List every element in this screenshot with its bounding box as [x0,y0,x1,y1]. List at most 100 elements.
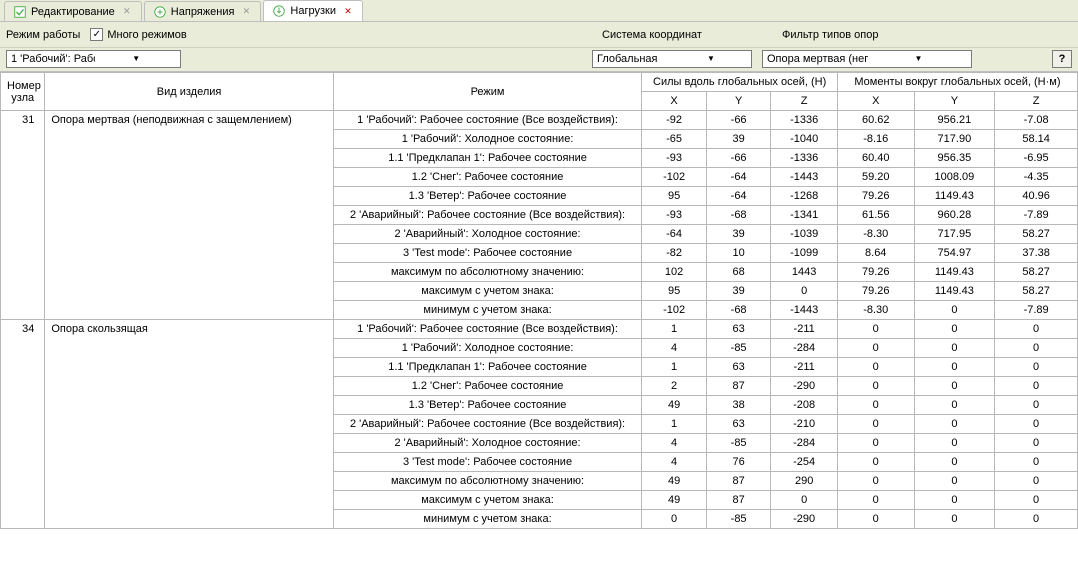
cell-my: 0 [914,396,995,415]
cell-fy: -68 [706,206,771,225]
tab-label: Редактирование [31,6,115,18]
header-my[interactable]: Y [914,92,995,111]
cell-my: 960.28 [914,206,995,225]
cell-mode: 1.2 'Снег': Рабочее состояние [333,168,642,187]
cell-my: 0 [914,320,995,339]
header-node[interactable]: Номер узла [1,73,45,111]
cell-mode: 1 'Рабочий': Рабочее состояние (Все возд… [333,320,642,339]
cell-fy: -66 [706,111,771,130]
cell-my: 1149.43 [914,282,995,301]
loads-icon [272,4,286,18]
controls-row-1: Режим работы ✓ Много режимов Система коо… [0,22,1078,48]
support-filter-combo[interactable]: Опора мертвая (неподвижная с за... ▼ [762,50,972,68]
cell-mode: максимум по абсолютному значению: [333,472,642,491]
cell-mx: 0 [837,377,914,396]
header-fz[interactable]: Z [771,92,838,111]
cell-fz: -254 [771,453,838,472]
cell-fz: -211 [771,320,838,339]
tab-label: Напряжения [171,6,235,18]
cell-fz: -1336 [771,149,838,168]
cell-mx: -8.30 [837,225,914,244]
close-icon[interactable]: ✕ [121,6,133,18]
close-icon[interactable]: ✕ [240,6,252,18]
cell-mz: 0 [995,396,1078,415]
cell-fz: -208 [771,396,838,415]
cell-fz: -284 [771,434,838,453]
cell-my: 0 [914,434,995,453]
cell-mz: -4.35 [995,168,1078,187]
help-button[interactable]: ? [1052,50,1072,68]
cell-fz: 0 [771,282,838,301]
cell-mx: 59.20 [837,168,914,187]
checkbox-icon: ✓ [90,28,103,41]
cell-fx: 1 [642,415,707,434]
cell-fx: 102 [642,263,707,282]
header-mx[interactable]: X [837,92,914,111]
tab-label: Нагрузки [290,5,336,17]
tab-stresses[interactable]: Напряжения ✕ [144,1,262,21]
cell-fy: 87 [706,472,771,491]
cell-fx: 4 [642,339,707,358]
chevron-down-icon: ▼ [95,54,179,63]
tab-editing[interactable]: Редактирование ✕ [4,1,142,21]
cell-fz: -1443 [771,301,838,320]
mode-label: Режим работы [6,29,80,41]
cell-mx: 79.26 [837,282,914,301]
cell-node: 34 [1,320,45,529]
cell-fx: 95 [642,187,707,206]
cell-fx: -64 [642,225,707,244]
cell-mx: 0 [837,491,914,510]
edit-icon [13,5,27,19]
cell-fz: 290 [771,472,838,491]
cell-mode: 1.3 'Ветер': Рабочее состояние [333,396,642,415]
cell-mx: 0 [837,453,914,472]
cell-my: 717.95 [914,225,995,244]
cell-fy: 10 [706,244,771,263]
header-moments[interactable]: Моменты вокруг глобальных осей, (Н·м) [837,73,1077,92]
header-fy[interactable]: Y [706,92,771,111]
cell-mz: 58.27 [995,282,1078,301]
cell-mx: 0 [837,320,914,339]
tab-loads[interactable]: Нагрузки ✕ [263,0,363,21]
cell-fz: -1336 [771,111,838,130]
cell-mz: 0 [995,472,1078,491]
cell-mx: 60.40 [837,149,914,168]
multi-modes-checkbox[interactable]: ✓ Много режимов [90,28,186,41]
cell-mode: 2 'Аварийный': Рабочее состояние (Все во… [333,206,642,225]
close-icon[interactable]: ✕ [342,5,354,17]
cell-fx: -92 [642,111,707,130]
header-product[interactable]: Вид изделия [45,73,333,111]
cell-node: 31 [1,111,45,320]
cell-mode: максимум по абсолютному значению: [333,263,642,282]
table-body: 31Опора мертвая (неподвижная с защемлени… [1,111,1078,529]
cell-fx: 49 [642,396,707,415]
cell-mz: 58.27 [995,225,1078,244]
cell-fx: -102 [642,301,707,320]
controls-row-2: 1 'Рабочий': Рабочее состо... ▼ Глобальн… [0,48,1078,72]
cell-mz: 0 [995,453,1078,472]
cell-mx: 0 [837,434,914,453]
cell-fz: -1443 [771,168,838,187]
cell-fy: -85 [706,510,771,529]
cell-fy: 63 [706,358,771,377]
cell-my: 754.97 [914,244,995,263]
cell-mode: 2 'Аварийный': Холодное состояние: [333,434,642,453]
cell-mx: 0 [837,510,914,529]
table-row[interactable]: 31Опора мертвая (неподвижная с защемлени… [1,111,1078,130]
cell-fy: -68 [706,301,771,320]
table-container[interactable]: Номер узла Вид изделия Режим Силы вдоль … [0,72,1078,569]
header-mode[interactable]: Режим [333,73,642,111]
cell-mz: 37.38 [995,244,1078,263]
table-row[interactable]: 34Опора скользящая1 'Рабочий': Рабочее с… [1,320,1078,339]
cell-fy: 39 [706,225,771,244]
mode-combo[interactable]: 1 'Рабочий': Рабочее состо... ▼ [6,50,181,68]
cell-fy: 39 [706,130,771,149]
header-fx[interactable]: X [642,92,707,111]
coord-system-combo[interactable]: Глобальная ▼ [592,50,752,68]
header-mz[interactable]: Z [995,92,1078,111]
cell-fy: -66 [706,149,771,168]
cell-product: Опора скользящая [45,320,333,529]
cell-mode: 1.1 'Предклапан 1': Рабочее состояние [333,358,642,377]
header-forces[interactable]: Силы вдоль глобальных осей, (Н) [642,73,838,92]
cell-mode: минимум с учетом знака: [333,510,642,529]
